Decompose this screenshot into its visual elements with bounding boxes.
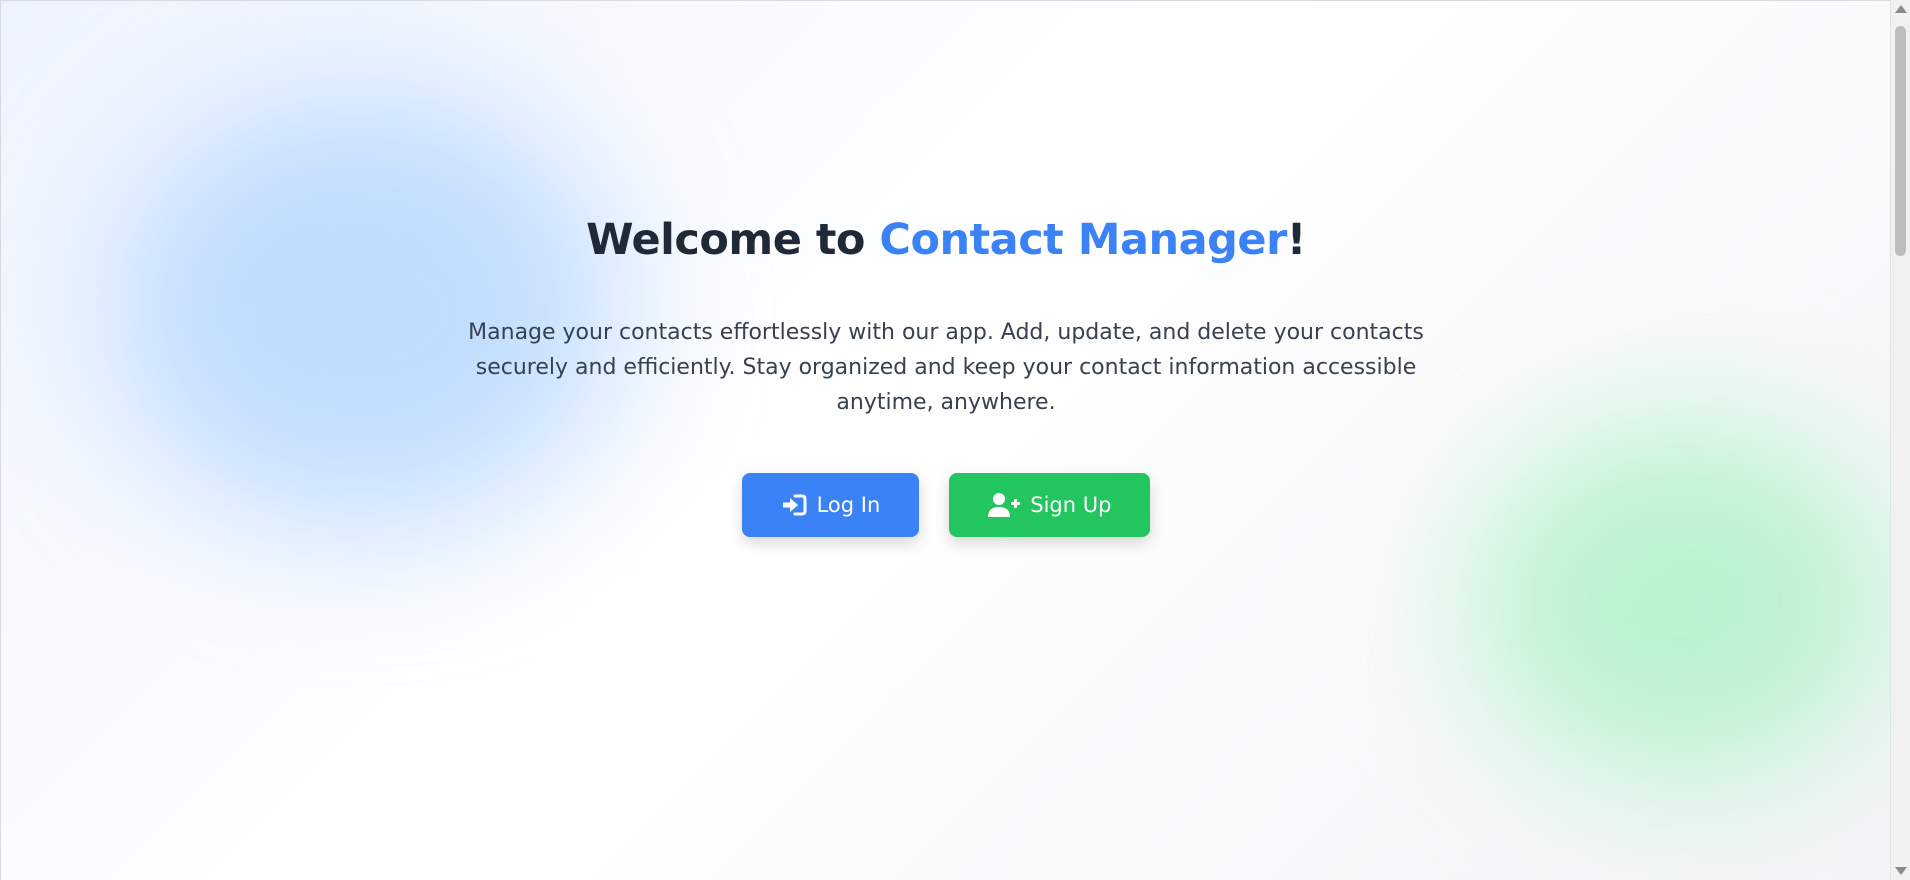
hero-description: Manage your contacts effortlessly with o… (468, 320, 1424, 415)
hero-section: Welcome to Contact Manager! Manage your … (1, 1, 1890, 880)
vertical-scrollbar[interactable] (1890, 0, 1910, 880)
scroll-down-arrow-icon[interactable] (1895, 867, 1907, 875)
scroll-up-arrow-icon[interactable] (1895, 5, 1907, 13)
auth-actions: Log In Sign Up (741, 473, 1151, 537)
scrollbar-thumb[interactable] (1895, 26, 1906, 256)
login-icon (781, 493, 807, 517)
page-title: Welcome to Contact Manager! (586, 215, 1306, 265)
title-prefix: Welcome to (586, 215, 880, 265)
user-plus-icon (988, 492, 1021, 518)
signup-button[interactable]: Sign Up (949, 473, 1151, 537)
title-suffix: ! (1286, 215, 1307, 265)
login-button[interactable]: Log In (741, 473, 920, 537)
signup-label: Sign Up (1030, 493, 1112, 517)
brand-name: Contact Manager (879, 215, 1287, 265)
login-label: Log In (816, 493, 881, 517)
page-viewport: Welcome to Contact Manager! Manage your … (0, 0, 1890, 880)
